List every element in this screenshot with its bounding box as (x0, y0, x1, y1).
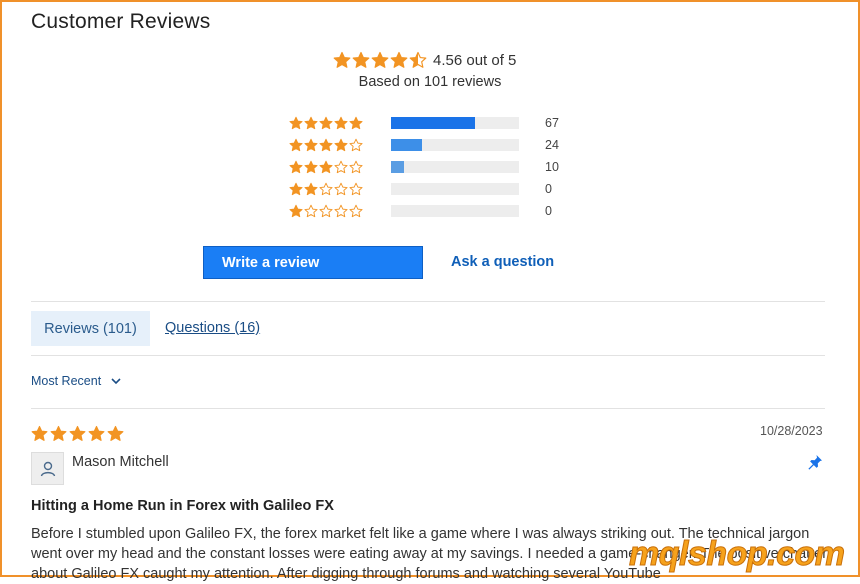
sort-dropdown[interactable]: Most Recent (31, 374, 121, 388)
review-count: Based on 101 reviews (358, 74, 502, 90)
star-filled-icon (304, 138, 318, 152)
divider (31, 301, 825, 302)
rating-row-4-star[interactable]: 24 (289, 137, 559, 153)
row-stars (289, 138, 391, 152)
star-filled-icon (349, 116, 363, 130)
ask-question-link[interactable]: Ask a question (451, 254, 554, 270)
average-rating: 4.56 out of 5 (433, 52, 517, 69)
reviewer-name: Mason Mitchell (72, 454, 169, 470)
rating-count: 24 (545, 138, 559, 152)
star-filled-icon (319, 138, 333, 152)
star-filled-icon (319, 160, 333, 174)
star-empty-icon (349, 182, 363, 196)
star-empty-icon (349, 204, 363, 218)
divider (31, 355, 825, 356)
rating-bar (391, 183, 519, 195)
star-filled-icon (304, 160, 318, 174)
review-stars (31, 425, 124, 442)
star-filled-icon (289, 116, 303, 130)
summary-stars (333, 51, 427, 69)
row-stars (289, 204, 391, 218)
rating-count: 0 (545, 182, 552, 196)
write-review-button[interactable]: Write a review (203, 246, 423, 279)
star-filled-icon (304, 116, 318, 130)
star-filled-icon (69, 425, 86, 441)
pin-icon[interactable] (807, 454, 823, 470)
star-empty-icon (349, 160, 363, 174)
star-filled-icon (333, 51, 351, 68)
review-title: Hitting a Home Run in Forex with Galileo… (31, 498, 334, 514)
star-filled-icon (390, 51, 408, 68)
review-date: 10/28/2023 (760, 424, 823, 438)
rating-bar (391, 161, 519, 173)
row-stars (289, 182, 391, 196)
rating-bar-fill (391, 139, 422, 151)
row-stars (289, 116, 391, 130)
tab-questions[interactable]: Questions (16) (165, 320, 260, 336)
rating-count: 10 (545, 160, 559, 174)
rating-bar (391, 205, 519, 217)
star-empty-icon (319, 182, 333, 196)
divider (31, 408, 825, 409)
tab-reviews[interactable]: Reviews (101) (31, 311, 150, 346)
star-empty-icon (304, 204, 318, 218)
star-filled-icon (50, 425, 67, 441)
star-filled-icon (289, 182, 303, 196)
star-filled-icon (319, 116, 333, 130)
rating-bar-fill (391, 117, 476, 129)
sort-label: Most Recent (31, 374, 102, 388)
rating-row-2-star[interactable]: 0 (289, 181, 552, 197)
star-empty-icon (334, 182, 348, 196)
star-filled-icon (352, 51, 370, 68)
rating-count: 67 (545, 116, 559, 130)
star-filled-icon (334, 116, 348, 130)
rating-row-3-star[interactable]: 10 (289, 159, 559, 175)
star-filled-icon (289, 138, 303, 152)
chevron-down-icon (111, 378, 121, 385)
user-icon (40, 461, 55, 476)
star-filled-icon (371, 51, 389, 68)
rating-count: 0 (545, 204, 552, 218)
rating-row-1-star[interactable]: 0 (289, 203, 552, 219)
star-empty-icon (349, 138, 363, 152)
star-empty-icon (334, 160, 348, 174)
rating-bar (391, 139, 519, 151)
star-filled-icon (304, 182, 318, 196)
star-filled-icon (88, 425, 105, 441)
row-stars (289, 160, 391, 174)
star-empty-icon (319, 204, 333, 218)
star-filled-icon (334, 138, 348, 152)
star-filled-icon (289, 204, 303, 218)
page-title: Customer Reviews (31, 10, 211, 33)
rating-bar (391, 117, 519, 129)
rating-row-5-star[interactable]: 67 (289, 115, 559, 131)
watermark-logo: mqlshop.com (629, 535, 846, 574)
rating-bar-fill (391, 161, 404, 173)
star-empty-icon (334, 204, 348, 218)
avatar (31, 452, 64, 485)
star-half-icon (409, 51, 427, 68)
star-filled-icon (31, 425, 48, 441)
star-filled-icon (289, 160, 303, 174)
star-filled-icon (107, 425, 124, 441)
